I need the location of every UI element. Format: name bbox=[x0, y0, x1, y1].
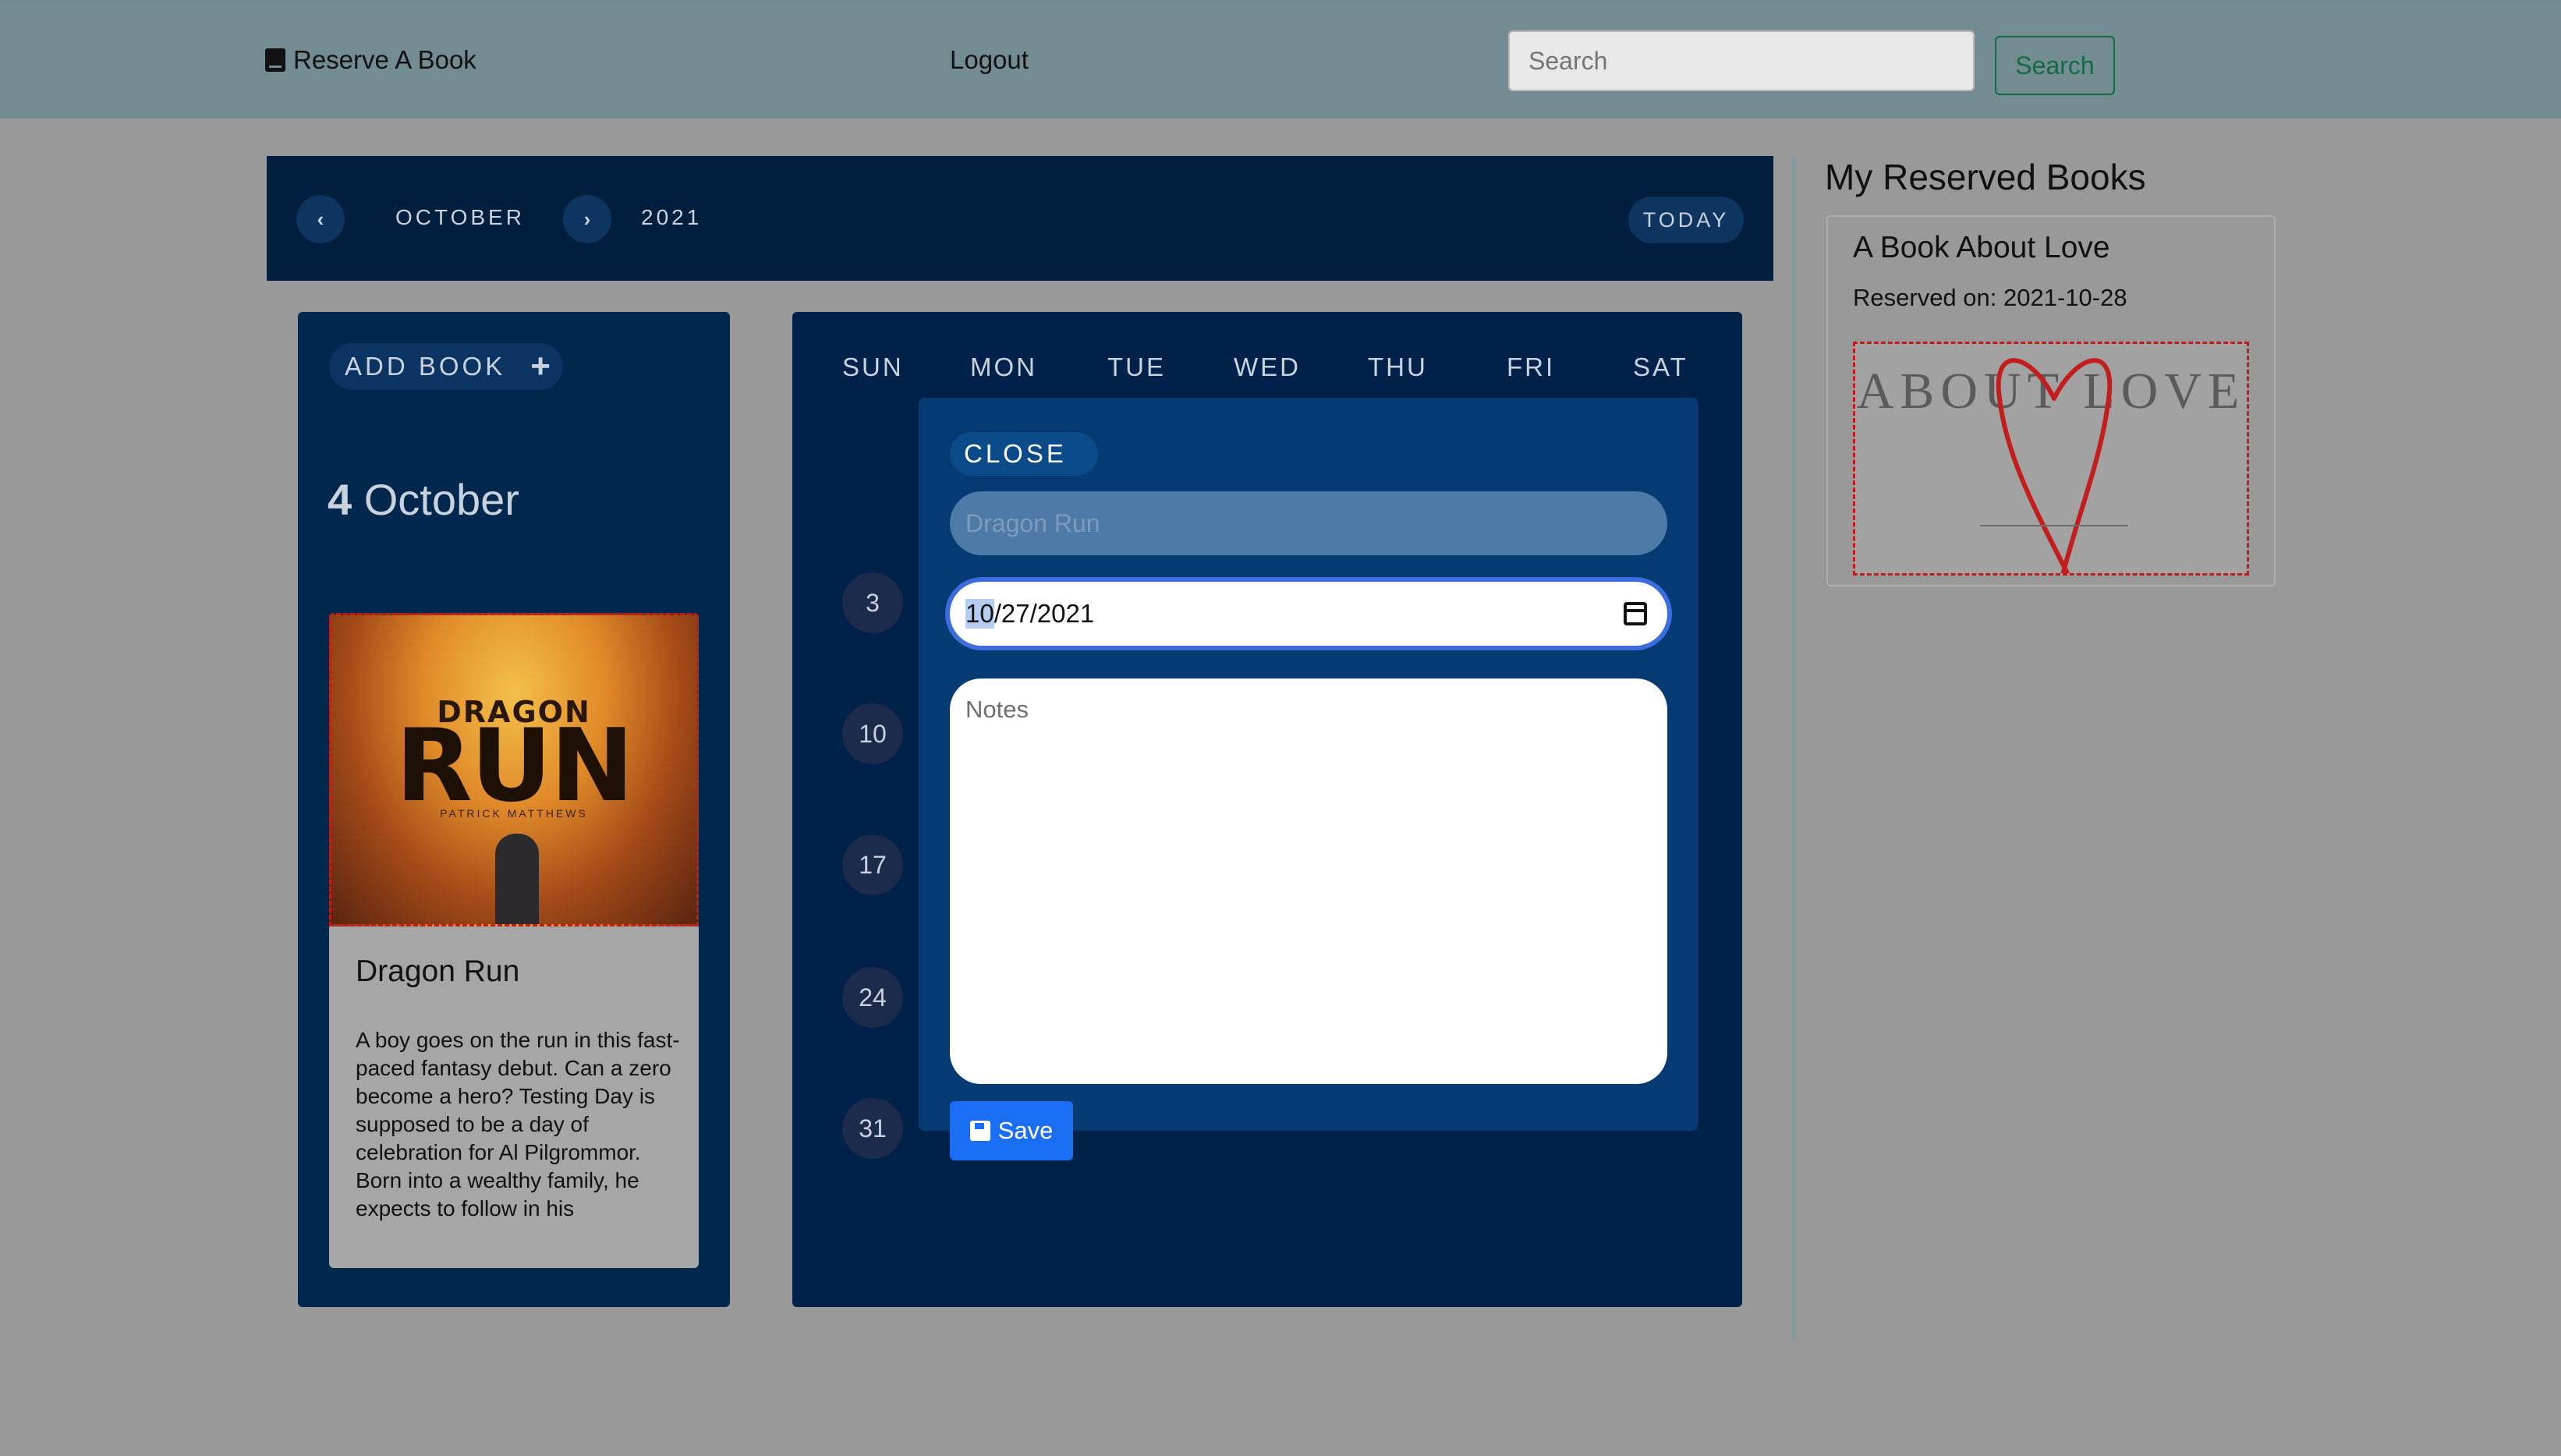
reserved-book-card[interactable]: A Book About Love Reserved on: 2021-10-2… bbox=[1826, 215, 2276, 586]
cover-title-main: RUN bbox=[395, 708, 634, 824]
chevron-left-icon: ‹ bbox=[317, 207, 324, 231]
brand-label: Reserve A Book bbox=[293, 45, 476, 74]
book-icon bbox=[265, 48, 285, 72]
calendar-icon[interactable] bbox=[1624, 602, 1647, 625]
chevron-right-icon: › bbox=[583, 207, 591, 231]
notes-textarea[interactable]: Notes bbox=[950, 678, 1667, 1084]
weekday-sun: SUN bbox=[842, 352, 904, 381]
date-cell[interactable]: 3 bbox=[842, 572, 903, 633]
plus-icon: + bbox=[530, 347, 554, 385]
add-book-label: ADD BOOK bbox=[345, 352, 506, 381]
date-cell[interactable]: 24 bbox=[842, 967, 903, 1028]
day-month: October bbox=[363, 475, 519, 524]
add-book-button[interactable]: ADD BOOK + bbox=[329, 343, 563, 390]
weekday-fri: FRI bbox=[1507, 352, 1556, 381]
date-rest-segment: /27/2021 bbox=[994, 599, 1095, 628]
search-button[interactable]: Search bbox=[1995, 36, 2115, 95]
reserved-book-title: A Book About Love bbox=[1853, 231, 2110, 264]
cover-author: PATRICK MATTHEWS bbox=[440, 807, 588, 820]
book-title: Dragon Run bbox=[356, 955, 520, 988]
weekday-tue: TUE bbox=[1107, 352, 1166, 381]
reserved-date: Reserved on: 2021-10-28 bbox=[1853, 284, 2127, 311]
year-label: 2021 bbox=[641, 205, 703, 229]
date-field[interactable]: 10/27/2021 bbox=[950, 582, 1667, 646]
book-cover-image: DRAGON RUN PATRICK MATTHEWS bbox=[329, 613, 699, 926]
cover-figure bbox=[495, 834, 539, 924]
reserved-books-heading: My Reserved Books bbox=[1825, 157, 2146, 197]
prev-month-button[interactable]: ‹ bbox=[296, 195, 345, 243]
book-description: A boy goes on the run in this fast-paced… bbox=[356, 1028, 680, 1220]
top-navbar: Reserve A Book Logout Search bbox=[0, 0, 2561, 119]
logout-link[interactable]: Logout bbox=[950, 45, 1029, 75]
cover-rule bbox=[1980, 525, 2128, 526]
weekday-sat: SAT bbox=[1633, 352, 1688, 381]
brand-link[interactable]: Reserve A Book bbox=[265, 45, 476, 75]
close-button[interactable]: CLOSE bbox=[950, 432, 1098, 476]
month-label: OCTOBER bbox=[395, 205, 525, 229]
weekday-wed: WED bbox=[1234, 352, 1301, 381]
day-panel: ADD BOOK + 4 October DRAGON RUN PATRICK … bbox=[298, 312, 730, 1307]
book-card[interactable]: DRAGON RUN PATRICK MATTHEWS Dragon Run A… bbox=[329, 613, 699, 1268]
save-label: Save bbox=[997, 1117, 1054, 1144]
heart-doodle-icon bbox=[1996, 358, 2113, 573]
calendar-header: ‹ OCTOBER › 2021 TODAY bbox=[267, 156, 1773, 281]
date-cell[interactable]: 31 bbox=[842, 1098, 903, 1159]
date-month-segment: 10 bbox=[965, 599, 994, 629]
weekday-mon: MON bbox=[970, 352, 1037, 381]
sidebar-divider bbox=[1792, 156, 1795, 1340]
search-input[interactable] bbox=[1508, 30, 1975, 91]
reserve-modal: CLOSE Dragon Run 10/27/2021 Notes bbox=[919, 398, 1698, 1131]
book-title-field[interactable]: Dragon Run bbox=[950, 491, 1667, 555]
next-month-button[interactable]: › bbox=[563, 195, 611, 243]
reserved-book-cover-image: ABOUT LOVE bbox=[1853, 342, 2249, 576]
date-cell[interactable]: 17 bbox=[842, 834, 903, 895]
save-button[interactable]: Save bbox=[950, 1101, 1073, 1160]
floppy-disk-icon bbox=[969, 1121, 990, 1141]
selected-day-title: 4 October bbox=[328, 474, 519, 525]
day-number: 4 bbox=[328, 475, 352, 524]
today-button[interactable]: TODAY bbox=[1628, 197, 1744, 243]
weekday-thu: THU bbox=[1368, 352, 1428, 381]
date-cell[interactable]: 10 bbox=[842, 703, 903, 764]
